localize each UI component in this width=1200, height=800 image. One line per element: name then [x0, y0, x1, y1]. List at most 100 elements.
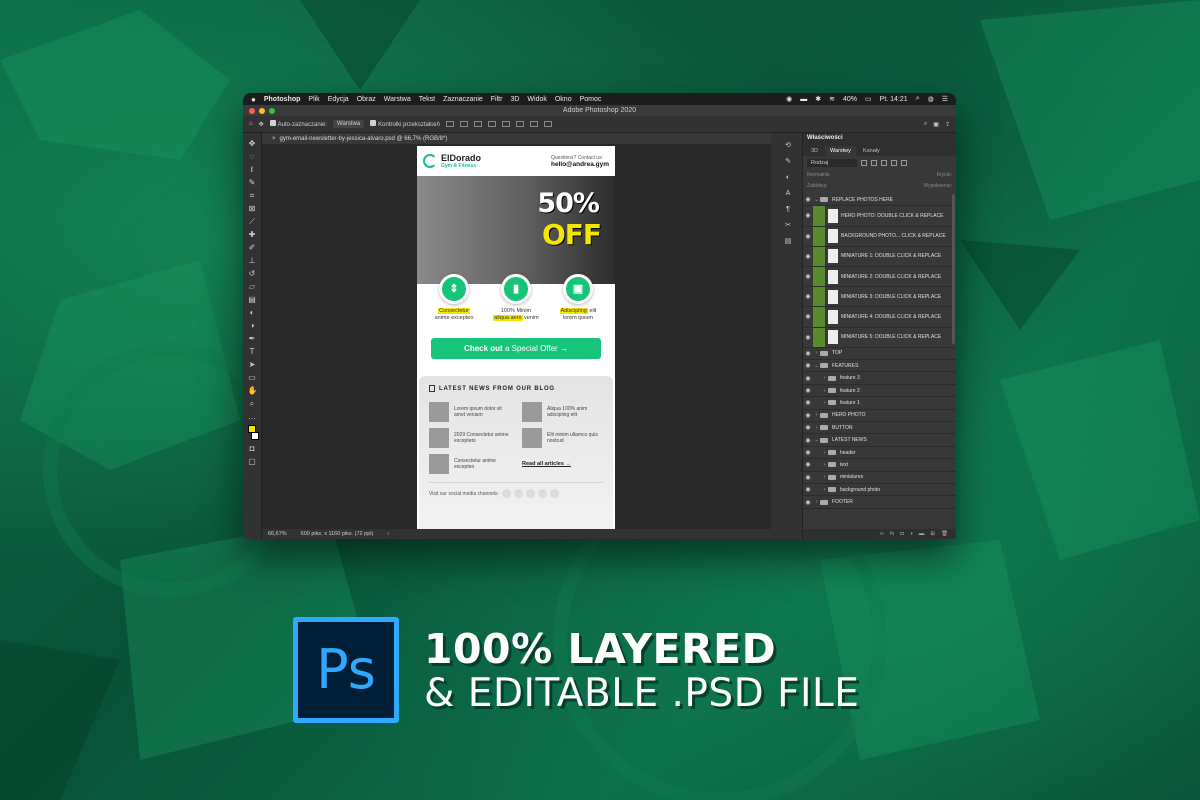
- chevron-down-icon[interactable]: ⌄: [813, 437, 820, 443]
- filter-smart-icon[interactable]: [901, 159, 907, 166]
- layer-filter-dropdown[interactable]: Rodzaj: [807, 158, 857, 167]
- visibility-eye-icon[interactable]: ◉: [803, 212, 813, 219]
- layer-row-group[interactable]: ◉ › TOP: [803, 348, 956, 361]
- zoom-icon[interactable]: ⌕: [248, 399, 257, 408]
- chevron-down-icon[interactable]: ⌄: [813, 363, 820, 369]
- blog-item[interactable]: Elit minim ullamco quis nostrud: [522, 428, 603, 448]
- paragraph-icon[interactable]: ¶: [784, 205, 793, 214]
- visibility-eye-icon[interactable]: ◉: [803, 387, 813, 394]
- 3d-mode-icon[interactable]: [543, 121, 552, 127]
- blog-item[interactable]: Lorem ipsum dolor sit amet veniam: [429, 402, 510, 422]
- filter-type-icon[interactable]: [881, 159, 887, 166]
- layers-scrollbar[interactable]: [952, 194, 955, 344]
- hand-icon[interactable]: ✋: [248, 386, 258, 395]
- wifi-icon[interactable]: ≋: [829, 95, 835, 103]
- adjustments-icon[interactable]: ◐: [784, 173, 793, 182]
- workspace-icon[interactable]: ▣: [933, 121, 939, 128]
- tab-channels[interactable]: Kanały: [858, 146, 885, 156]
- menu-edit[interactable]: Edycja: [328, 96, 349, 103]
- dodge-icon[interactable]: ◑: [248, 321, 257, 330]
- chevron-right-icon[interactable]: ›: [821, 462, 828, 468]
- layer-row-group[interactable]: ◉ › header: [803, 447, 956, 460]
- gradient-icon[interactable]: ▤: [248, 295, 257, 304]
- chevron-right-icon[interactable]: ›: [821, 400, 828, 406]
- visibility-eye-icon[interactable]: ◉: [803, 486, 813, 493]
- menu-file[interactable]: Plik: [308, 96, 319, 103]
- fx-icon[interactable]: fx: [890, 531, 894, 537]
- menu-view[interactable]: Widok: [527, 96, 546, 103]
- visibility-eye-icon[interactable]: ◉: [803, 362, 813, 369]
- align-top-icon[interactable]: [487, 121, 496, 127]
- layer-row-image[interactable]: ◉ MINIATURE 2: DOUBLE CLICK & REPLACE: [803, 266, 956, 288]
- menu-type[interactable]: Tekst: [419, 96, 435, 103]
- new-group-icon[interactable]: ▬: [919, 531, 925, 537]
- visibility-eye-icon[interactable]: ◉: [803, 375, 813, 382]
- character-icon[interactable]: A: [784, 189, 793, 198]
- background-color-swatch[interactable]: [250, 432, 259, 440]
- eraser-icon[interactable]: ▱: [248, 282, 257, 291]
- menu-app-name[interactable]: Photoshop: [264, 96, 301, 103]
- type-icon[interactable]: T: [248, 347, 257, 356]
- blog-item[interactable]: Consectetur anime excepteo: [429, 454, 510, 474]
- layer-row-group[interactable]: ◉ ⌄ FEATURES: [803, 360, 956, 373]
- add-mask-icon[interactable]: ◘: [900, 531, 903, 537]
- read-all-link[interactable]: Read all articles →: [522, 461, 603, 467]
- social-icon[interactable]: [513, 489, 523, 498]
- properties-header[interactable]: Właściwości: [803, 133, 956, 143]
- new-layer-icon[interactable]: ⊞: [930, 531, 935, 537]
- creative-cloud-icon[interactable]: ◉: [786, 95, 792, 103]
- brush-icon[interactable]: ✐: [248, 243, 257, 252]
- quick-select-icon[interactable]: ✎: [248, 178, 257, 187]
- search-tool-icon[interactable]: ⌕: [924, 121, 927, 128]
- stamp-icon[interactable]: ⊥: [248, 256, 257, 265]
- frame-icon[interactable]: ⊠: [248, 204, 257, 213]
- move-tool-icon[interactable]: ✥: [259, 121, 264, 128]
- visibility-eye-icon[interactable]: ◉: [803, 499, 813, 506]
- visibility-eye-icon[interactable]: ◉: [803, 273, 813, 280]
- layer-row-group[interactable]: ◉ › text: [803, 459, 956, 472]
- blur-icon[interactable]: ◐: [248, 308, 257, 317]
- transform-controls-checkbox[interactable]: [370, 120, 377, 126]
- layer-row-group[interactable]: ◉ › feature 1: [803, 397, 956, 410]
- align-left-icon[interactable]: [445, 121, 454, 127]
- tools-icon[interactable]: ✂: [784, 221, 793, 230]
- layer-row-image[interactable]: ◉ MINIATURE 5: DOUBLE CLICK & REPLACE: [803, 327, 956, 348]
- libraries-icon[interactable]: ▤: [784, 237, 793, 246]
- chevron-right-icon[interactable]: ›: [821, 487, 828, 493]
- chevron-right-icon[interactable]: ›: [813, 425, 820, 431]
- layer-row-group[interactable]: ◉ › background photo: [803, 484, 956, 497]
- zoom-level[interactable]: 66,67%: [268, 531, 287, 537]
- layer-row-group[interactable]: ◉ ⌄ REPLACE PHOTOS HERE: [803, 194, 956, 207]
- filter-shape-icon[interactable]: [891, 159, 897, 166]
- visibility-eye-icon[interactable]: ◉: [803, 437, 813, 444]
- menu-help[interactable]: Pomoc: [580, 96, 602, 103]
- chevron-right-icon[interactable]: ›: [813, 499, 820, 505]
- visibility-eye-icon[interactable]: ◉: [803, 350, 813, 357]
- blog-item[interactable]: Aliqua 100% anim adscipling elit: [522, 402, 603, 422]
- layer-row-group[interactable]: ◉ › feature 3: [803, 372, 956, 385]
- align-center-icon[interactable]: [459, 121, 468, 127]
- visibility-eye-icon[interactable]: ◉: [803, 474, 813, 481]
- visibility-eye-icon[interactable]: ◉: [803, 449, 813, 456]
- history-icon[interactable]: ⟲: [784, 141, 793, 150]
- lasso-icon[interactable]: ℓ: [248, 165, 257, 174]
- auto-select-dropdown[interactable]: Warstwa: [333, 120, 365, 128]
- canvas[interactable]: ElDorado Gym & Fitness Questions? Contac…: [262, 144, 771, 530]
- menu-filter[interactable]: Filtr: [491, 96, 503, 103]
- social-icon[interactable]: [537, 489, 547, 498]
- chevron-right-icon[interactable]: ›: [821, 388, 828, 394]
- pen-icon[interactable]: ✒: [248, 334, 257, 343]
- shape-icon[interactable]: ▭: [248, 373, 257, 382]
- chevron-right-icon[interactable]: ›: [821, 375, 828, 381]
- blend-mode-dropdown[interactable]: Normalnie: [807, 172, 830, 178]
- healing-icon[interactable]: ✚: [248, 230, 257, 239]
- visibility-eye-icon[interactable]: ◉: [803, 313, 813, 320]
- status-arrow-icon[interactable]: ›: [387, 531, 389, 537]
- visibility-eye-icon[interactable]: ◉: [803, 253, 813, 260]
- battery-icon[interactable]: ▭: [865, 95, 872, 103]
- brush-settings-icon[interactable]: ✎: [784, 157, 793, 166]
- layer-row-group[interactable]: ◉ › BUTTON: [803, 422, 956, 435]
- visibility-eye-icon[interactable]: ◉: [803, 233, 813, 240]
- close-tab-icon[interactable]: ×: [272, 136, 276, 142]
- history-brush-icon[interactable]: ↺: [248, 269, 257, 278]
